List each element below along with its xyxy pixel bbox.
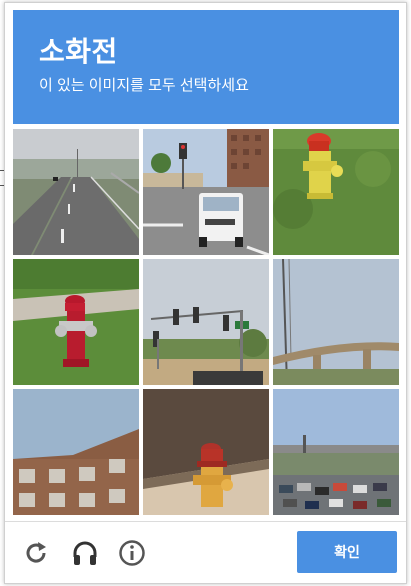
image-tile-red-yellow-hydrant[interactable] <box>143 389 269 515</box>
image-tile-highway-road[interactable] <box>13 129 139 255</box>
intersection-image <box>143 129 269 255</box>
highway-image <box>13 129 139 255</box>
image-tile-intersection-truck[interactable] <box>143 129 269 255</box>
traffic-lights-image <box>143 259 269 385</box>
apartment-image <box>13 389 139 515</box>
overpass-image <box>273 259 399 385</box>
image-tile-apartment-building[interactable] <box>13 389 139 515</box>
image-tile-parking-lot[interactable] <box>273 389 399 515</box>
image-tile-overpass-bridge[interactable] <box>273 259 399 385</box>
audio-icon[interactable] <box>71 539 99 567</box>
verify-button[interactable]: 확인 <box>297 531 397 573</box>
image-tile-traffic-lights[interactable] <box>143 259 269 385</box>
instruction-text: 이 있는 이미지를 모두 선택하세요 <box>39 77 249 94</box>
reload-icon[interactable] <box>22 539 50 567</box>
image-tile-red-fire-hydrant[interactable] <box>13 259 139 385</box>
red-yellow-hydrant-image <box>143 389 269 515</box>
red-hydrant-image <box>13 259 139 385</box>
captcha-dialog: 소화전 이 있는 이미지를 모두 선택하세요 확인 <box>4 2 407 584</box>
image-tile-yellow-fire-hydrant[interactable] <box>273 129 399 255</box>
captcha-header: 소화전 이 있는 이미지를 모두 선택하세요 <box>13 10 399 124</box>
footer-divider <box>5 521 406 522</box>
info-icon[interactable] <box>118 539 146 567</box>
image-grid <box>13 129 399 515</box>
parking-lot-image <box>273 389 399 515</box>
target-object-title: 소화전 <box>39 36 118 67</box>
yellow-hydrant-image <box>273 129 399 255</box>
